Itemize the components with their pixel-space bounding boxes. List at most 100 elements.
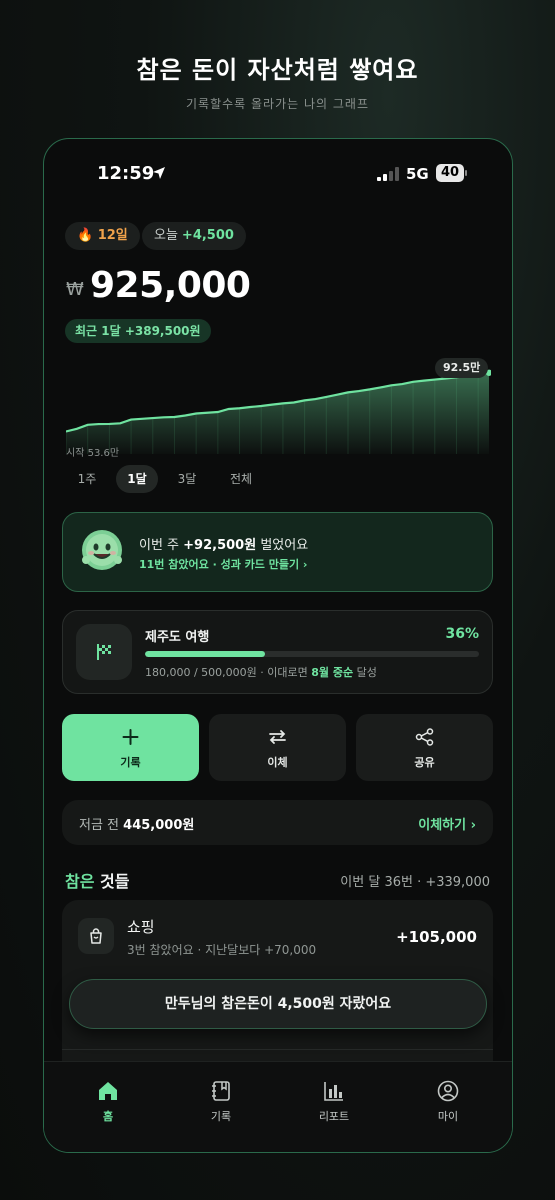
category-value: +105,000: [396, 928, 477, 946]
chart-point: [412, 381, 414, 383]
transfer-icon: [269, 730, 286, 744]
location-arrow-icon: [153, 167, 165, 179]
profile-icon: [437, 1080, 459, 1102]
chart-point: [336, 393, 338, 396]
list-divider: [62, 1049, 493, 1050]
goal-icon-box: [76, 624, 132, 680]
today-value: +4,500: [181, 228, 234, 243]
action-buttons: 기록 이체 공유: [62, 714, 493, 781]
section-title-highlight: 참은: [65, 872, 95, 891]
range-tab[interactable]: 1달: [116, 465, 158, 493]
flag-icon: [97, 644, 111, 660]
status-time: 12:59: [97, 163, 155, 184]
tab-label: 마이: [437, 1110, 459, 1123]
chart-point: [141, 418, 143, 420]
chart-point: [108, 423, 111, 425]
chart-point: [314, 398, 317, 400]
chart-point: [238, 407, 241, 410]
share-button[interactable]: 공유: [356, 714, 493, 781]
chart-point: [390, 384, 393, 387]
weekly-earned-text: 이번 주 +92,500원 벌었어요: [139, 534, 308, 553]
range-tab[interactable]: 전체: [216, 465, 266, 493]
balance-amount: 925,000: [90, 265, 251, 306]
balance-chart[interactable]: [66, 354, 491, 454]
chart-point: [347, 391, 349, 394]
transfer-link[interactable]: 이체하기 ›: [418, 814, 476, 833]
tab-record[interactable]: 기록: [181, 1080, 261, 1124]
category-name: 쇼핑: [127, 918, 155, 936]
chart-peak-label: 92.5만: [435, 358, 489, 378]
record-button[interactable]: 기록: [62, 714, 199, 781]
chart-start-label: 시작 53.6만: [66, 448, 120, 459]
tab-label: 리포트: [318, 1110, 350, 1123]
currency-symbol: ₩: [66, 279, 84, 300]
section-meta: 이번 달 36번 · +339,000: [340, 875, 490, 890]
tab-home[interactable]: 홈: [68, 1080, 148, 1124]
chart-area: [66, 372, 489, 454]
chart-point: [303, 399, 306, 402]
weekly-prefix: 이번 주: [139, 538, 180, 553]
goal-eta: 8월 중순: [311, 666, 354, 679]
range-tab[interactable]: 1주: [66, 465, 108, 493]
section-title: 참은 것들: [65, 868, 129, 892]
chart-point: [379, 386, 382, 389]
chart-point: [217, 411, 219, 413]
category-sub: 3번 참았어요 · 지난달보다 +70,000: [127, 943, 317, 957]
chart-point: [206, 411, 208, 414]
savings-prefix: 저금 전: [79, 818, 120, 833]
weekly-amount: +92,500원: [183, 538, 257, 553]
chart-point: [423, 379, 425, 382]
streak-badge: 🔥 12일: [65, 222, 140, 250]
goal-card[interactable]: 제주도 여행 36% 180,000 / 500,000원 · 이대로면 8월 …: [62, 610, 493, 694]
chart-point: [358, 390, 360, 392]
chart-point: [271, 403, 273, 406]
chart-point: [86, 424, 89, 426]
promo-title: 참은 돈이 자산처럼 쌓여요: [136, 56, 419, 84]
promo-subtitle: 기록할수록 올라가는 나의 그래프: [185, 97, 369, 111]
chart-point: [325, 396, 328, 398]
chart-point: [184, 414, 187, 417]
chart-point: [162, 416, 165, 419]
tab-label: 홈: [102, 1110, 114, 1123]
make-card-link[interactable]: 11번 참았어요 · 성과 카드 만들기 ›: [139, 556, 307, 572]
status-bar: 12:59 5G 40: [44, 163, 512, 187]
range-tab[interactable]: 3달: [166, 465, 208, 493]
shopping-bag-icon: [90, 928, 102, 944]
plus-icon: [122, 729, 139, 745]
bottom-tab-bar: 홈 기록 리포트 마이: [44, 1061, 512, 1152]
phone-frame: 12:59 5G 40 🔥 12일 오늘 +4,500 ₩ 925,000 최근 …: [43, 138, 513, 1153]
weekly-summary-card[interactable]: 이번 주 +92,500원 벌었어요 11번 참았어요 · 성과 카드 만들기 …: [62, 512, 493, 592]
chart-point: [292, 401, 295, 404]
chart-point: [260, 405, 263, 407]
battery-icon: 40: [436, 164, 464, 182]
shopping-icon-box: [78, 918, 114, 954]
tab-report[interactable]: 리포트: [294, 1080, 374, 1124]
today-badge: 오늘 +4,500: [142, 222, 246, 250]
savings-amount: 445,000원: [123, 818, 195, 833]
chart-point: [227, 408, 230, 410]
transfer-label: 이체: [267, 756, 288, 769]
transfer-button[interactable]: 이체: [209, 714, 346, 781]
goal-description: 180,000 / 500,000원 · 이대로면 8월 중순 달성: [145, 664, 377, 680]
chart-point: [195, 412, 197, 415]
network-type: 5G: [406, 165, 429, 183]
monthly-change-badge: 최근 1달 +389,500원: [65, 319, 211, 343]
notebook-icon: [212, 1081, 230, 1101]
share-icon: [415, 728, 434, 746]
record-label: 기록: [120, 756, 141, 769]
chart-point: [119, 422, 122, 425]
mascot-icon: [82, 530, 122, 570]
chart-point: [282, 402, 284, 405]
home-icon: [99, 1082, 117, 1100]
goal-percent: 36%: [445, 626, 479, 642]
chart-point: [433, 378, 436, 381]
tab-my[interactable]: 마이: [408, 1080, 488, 1124]
today-label: 오늘: [154, 228, 178, 243]
chart-point: [173, 416, 176, 418]
tab-label: 기록: [210, 1110, 232, 1123]
section-title-rest: 것들: [100, 872, 130, 891]
signal-icon: [377, 167, 399, 181]
chart-point: [97, 423, 100, 425]
battery-tip: [465, 170, 467, 176]
share-label: 공유: [414, 756, 435, 769]
